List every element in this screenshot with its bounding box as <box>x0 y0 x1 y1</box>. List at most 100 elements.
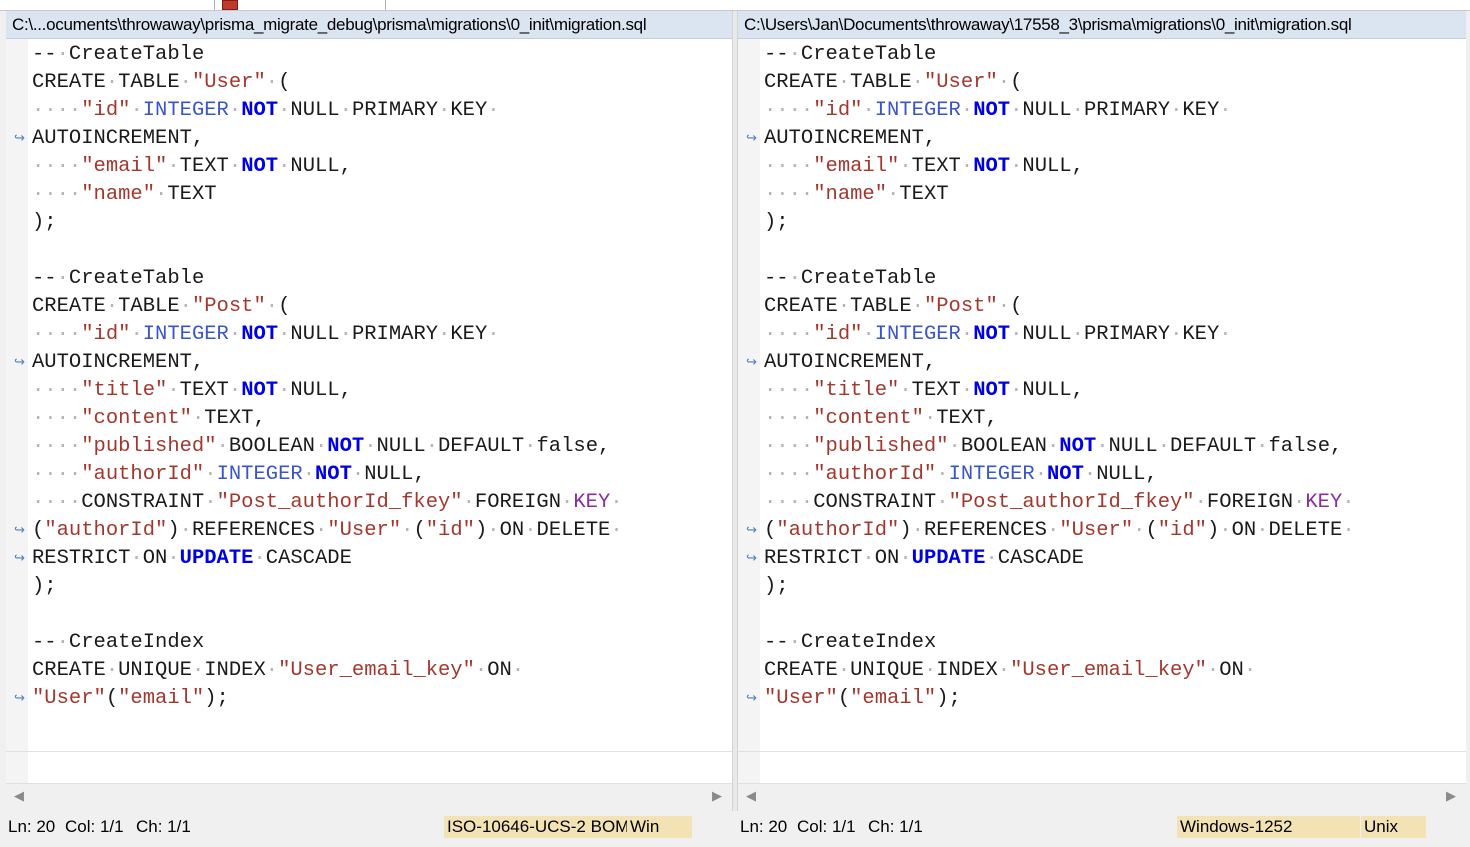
code-line[interactable]: ); <box>764 573 1466 601</box>
right-horizontal-scrollbar[interactable]: ◀ ▶ <box>738 783 1466 811</box>
code-line[interactable]: ····"name"·TEXT <box>764 181 1466 209</box>
code-token: ( <box>764 519 777 542</box>
whitespace-marker: · <box>1010 99 1023 122</box>
scroll-right-icon[interactable]: ▶ <box>1444 789 1458 805</box>
whitespace-marker: · <box>1010 379 1023 402</box>
code-line[interactable]: CREATE·TABLE·"Post"·( <box>32 293 732 321</box>
code-line[interactable]: CREATE·TABLE·"Post"·( <box>764 293 1466 321</box>
whitespace-marker: · <box>265 659 279 682</box>
scroll-left-icon[interactable]: ◀ <box>744 789 758 805</box>
code-token: KEY <box>450 323 488 346</box>
whitespace-marker: · <box>936 463 949 486</box>
whitespace-marker: · <box>105 295 119 318</box>
whitespace-marker: ···· <box>764 379 814 402</box>
code-line[interactable]: ); <box>32 209 732 237</box>
code-line[interactable]: ↪ "User"("email"); <box>746 685 1466 713</box>
whitespace-marker: · <box>462 491 475 514</box>
code-line[interactable]: ); <box>32 573 732 601</box>
code-line[interactable]: CREATE·UNIQUE·INDEX·"User_email_key"·ON· <box>764 657 1466 685</box>
encoding-indicator[interactable]: ISO-10646-UCS-2 BOM <box>444 816 627 838</box>
code-line[interactable]: ····"title"·TEXT·NOT·NULL, <box>32 377 732 405</box>
code-line[interactable]: ↪ AUTOINCREMENT, <box>14 349 732 377</box>
code-line[interactable]: --·CreateTable <box>764 265 1466 293</box>
code-line[interactable]: --·CreateTable <box>32 41 732 69</box>
code-line[interactable]: CREATE·TABLE·"User"·( <box>32 69 732 97</box>
code-line[interactable] <box>764 237 1466 265</box>
code-line[interactable]: --·CreateTable <box>764 41 1466 69</box>
code-line[interactable]: ↪ ("authorId")·REFERENCES·"User"·("id")·O… <box>14 517 732 545</box>
whitespace-marker: · <box>837 295 851 318</box>
whitespace-marker: · <box>204 463 217 486</box>
code-line[interactable]: ····"id"·INTEGER·NOT·NULL·PRIMARY·KEY· <box>764 97 1466 125</box>
code-line[interactable]: ↪ RESTRICT·ON·UPDATE·CASCADE <box>14 545 732 573</box>
left-horizontal-scrollbar[interactable]: ◀ ▶ <box>6 783 732 811</box>
code-line[interactable]: CREATE·UNIQUE·INDEX·"User_email_key"·ON· <box>32 657 732 685</box>
whitespace-marker: · <box>167 155 180 178</box>
line-ending-indicator[interactable]: Win <box>627 816 692 838</box>
code-line[interactable]: ↪ ("authorId")·REFERENCES·"User"·("id")·O… <box>746 517 1466 545</box>
code-line[interactable]: ····"title"·TEXT·NOT·NULL, <box>764 377 1466 405</box>
code-token: CreateTable <box>800 43 937 66</box>
code-line[interactable]: ↪ AUTOINCREMENT, <box>746 349 1466 377</box>
code-token: TEXT, <box>204 407 266 430</box>
scroll-left-icon[interactable]: ◀ <box>12 789 26 805</box>
code-line[interactable]: --·CreateIndex <box>764 629 1466 657</box>
code-token: NOT <box>973 99 1011 122</box>
code-line[interactable] <box>32 601 732 629</box>
whitespace-marker: · <box>105 71 119 94</box>
whitespace-marker: · <box>899 155 912 178</box>
code-line[interactable]: ↪ "User"("email"); <box>14 685 732 713</box>
code-line[interactable]: ····"published"·BOOLEAN·NOT·NULL·DEFAULT… <box>764 433 1466 461</box>
code-line[interactable]: ····"content"·TEXT, <box>764 405 1466 433</box>
code-line[interactable]: ····"id"·INTEGER·NOT·NULL·PRIMARY·KEY· <box>32 97 732 125</box>
whitespace-marker: · <box>561 491 574 514</box>
left-end-of-file-line <box>6 751 732 752</box>
code-token: NOT <box>327 435 365 458</box>
whitespace-marker: ···· <box>764 435 814 458</box>
code-line[interactable]: ↪ AUTOINCREMENT, <box>746 125 1466 153</box>
whitespace-marker: · <box>1034 463 1047 486</box>
code-line[interactable]: --·CreateIndex <box>32 629 732 657</box>
code-line[interactable]: ····CONSTRAINT·"Post_authorId_fkey"·FORE… <box>764 489 1466 517</box>
whitespace-marker: · <box>364 435 377 458</box>
whitespace-marker: · <box>862 323 875 346</box>
whitespace-marker: ···· <box>32 463 82 486</box>
code-token: ( <box>32 519 45 542</box>
code-line[interactable]: ····"authorId"·INTEGER·NOT·NULL, <box>764 461 1466 489</box>
code-token: PRIMARY <box>1083 99 1171 122</box>
whitespace-marker: ···· <box>32 183 82 206</box>
code-token: NOT <box>241 379 279 402</box>
code-line[interactable]: ····"content"·TEXT, <box>32 405 732 433</box>
code-token: "title" <box>813 379 900 402</box>
right-code-area[interactable]: --·CreateTable CREATE·TABLE·"User"·(····"… <box>746 41 1466 713</box>
code-token: CONSTRAINT <box>813 491 937 514</box>
line-ending-indicator[interactable]: Unix <box>1361 816 1426 838</box>
tab-active[interactable] <box>214 0 386 10</box>
code-line[interactable] <box>32 237 732 265</box>
code-token: CreateIndex <box>68 631 205 654</box>
code-line[interactable]: --·CreateTable <box>32 265 732 293</box>
encoding-indicator[interactable]: Windows-1252 <box>1177 816 1360 838</box>
code-line[interactable]: ····"authorId"·INTEGER·NOT·NULL, <box>32 461 732 489</box>
code-line[interactable]: ····"email"·TEXT·NOT·NULL, <box>32 153 732 181</box>
whitespace-marker: · <box>474 659 488 682</box>
code-line[interactable]: ····"published"·BOOLEAN·NOT·NULL·DEFAULT… <box>32 433 732 461</box>
code-line[interactable]: ····"email"·TEXT·NOT·NULL, <box>764 153 1466 181</box>
whitespace-marker: · <box>228 379 242 402</box>
wrap-arrow-icon: ↪ <box>746 523 757 538</box>
code-line[interactable]: ····"id"·INTEGER·NOT·NULL·PRIMARY·KEY· <box>764 321 1466 349</box>
left-code-area[interactable]: --·CreateTable CREATE·TABLE·"User"·(····"… <box>14 41 732 713</box>
code-token: INTEGER <box>948 463 1035 486</box>
scroll-right-icon[interactable]: ▶ <box>710 789 724 805</box>
code-token: ON <box>499 519 525 542</box>
code-line[interactable]: ····"id"·INTEGER·NOT·NULL·PRIMARY·KEY· <box>32 321 732 349</box>
code-line[interactable]: ····CONSTRAINT·"Post_authorId_fkey"·FORE… <box>32 489 732 517</box>
right-file-path: C:\Users\Jan\Documents\throwaway\17558_3… <box>738 11 1466 39</box>
code-line[interactable]: ); <box>764 209 1466 237</box>
code-line[interactable] <box>764 601 1466 629</box>
code-line[interactable]: CREATE·TABLE·"User"·( <box>764 69 1466 97</box>
code-line[interactable]: ····"name"·TEXT <box>32 181 732 209</box>
code-line[interactable]: ↪ AUTOINCREMENT, <box>14 125 732 153</box>
document-icon <box>222 0 238 10</box>
code-line[interactable]: ↪ RESTRICT·ON·UPDATE·CASCADE <box>746 545 1466 573</box>
